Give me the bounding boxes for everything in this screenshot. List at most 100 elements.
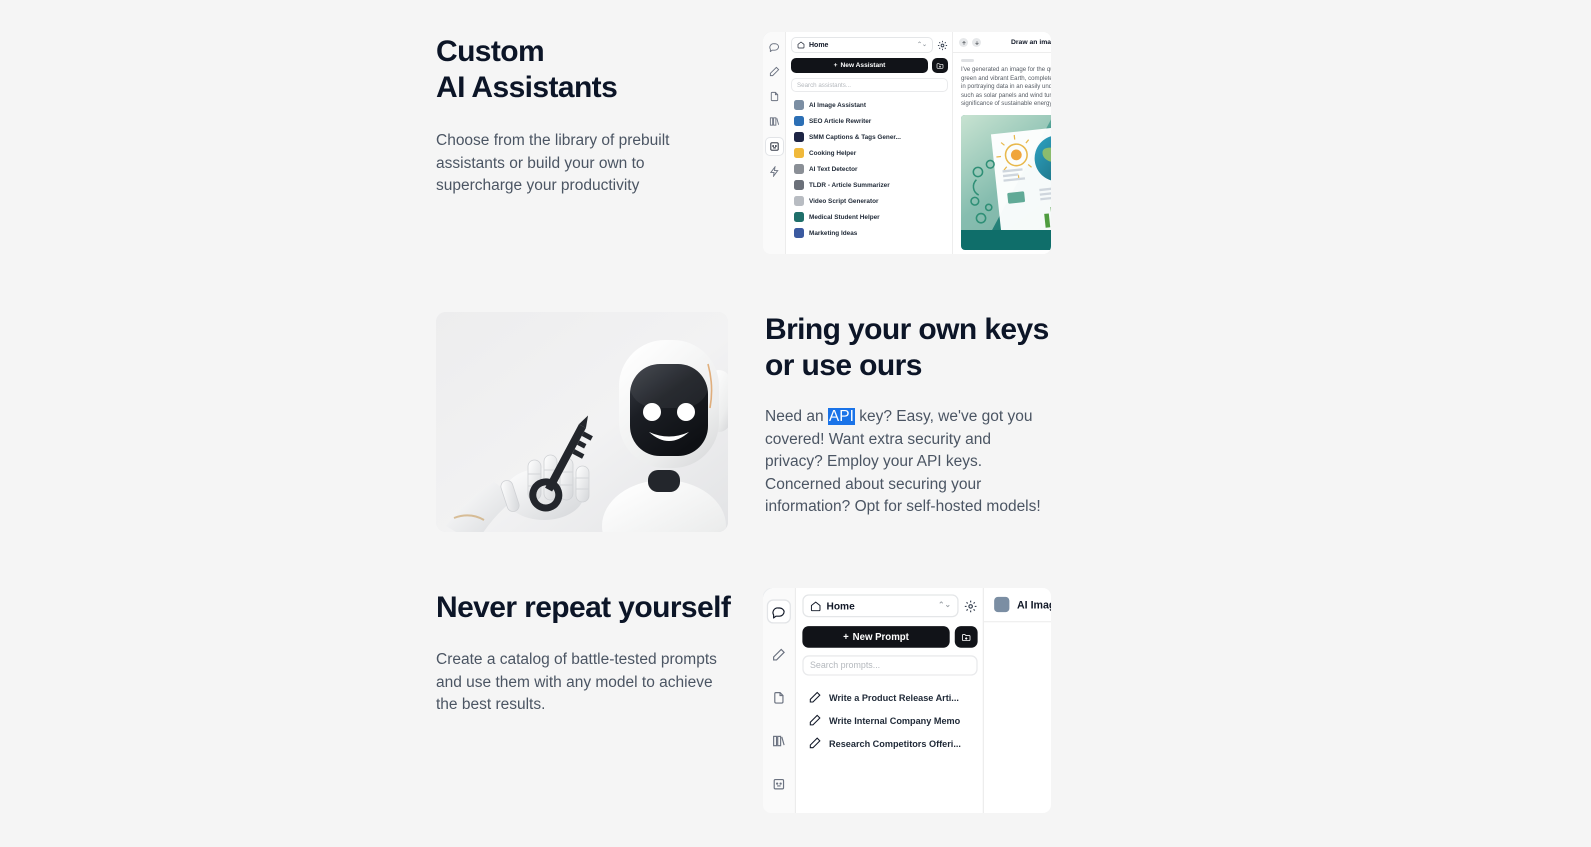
arrow-down-icon[interactable] (972, 38, 981, 47)
home-workspace-select[interactable]: Home ⌃⌄ (802, 594, 959, 618)
chat-title: Draw an image for quarterly (1011, 39, 1051, 46)
infographic-artwork (961, 114, 1051, 231)
new-folder-icon[interactable] (954, 626, 978, 648)
rail-clipboard-icon[interactable] (765, 138, 783, 155)
search-prompts-input[interactable]: Search prompts... (802, 655, 978, 676)
prompt-list-item[interactable]: Research Competitors Offeri... (796, 732, 983, 755)
rail-chat-icon[interactable] (768, 600, 790, 623)
assistants-list-column: Home ⌃⌄ + New Assistant Search assistant… (786, 32, 953, 254)
assistant-list-item[interactable]: Medical Student Helper (786, 209, 952, 225)
assistant-avatar (794, 180, 804, 190)
home-icon (810, 600, 821, 611)
new-prompt-label: New Prompt (852, 631, 909, 643)
prompts-item-list: Write a Product Release Arti... Write Int… (796, 686, 983, 813)
assistant-avatar (794, 196, 804, 206)
home-workspace-select[interactable]: Home ⌃⌄ (791, 37, 933, 53)
pencil-icon (809, 737, 822, 750)
assistant-avatar (794, 164, 804, 174)
chat-body: I've generated an image for the quarterl… (953, 53, 1051, 254)
assistant-label: Video Script Generator (809, 197, 879, 205)
arrow-up-icon[interactable] (959, 38, 968, 47)
assistant-list-item[interactable]: Video Script Generator (786, 193, 952, 209)
prompts-app-window: Home ⌃⌄ + New Prompt Search prompts... W… (763, 588, 1051, 813)
prompts-list-column: Home ⌃⌄ + New Prompt Search prompts... W… (796, 588, 984, 813)
assistant-avatar (794, 228, 804, 238)
chevron-updown-icon: ⌃⌄ (938, 601, 951, 610)
prompt-list-item[interactable]: Write a Product Release Arti... (796, 686, 983, 709)
home-icon (797, 41, 805, 49)
rail-document-icon[interactable] (768, 687, 790, 709)
pencil-icon (809, 691, 822, 704)
assistants-app-screenshot: Home ⌃⌄ + New Assistant Search assistant… (763, 32, 1051, 254)
assistants-home-row: Home ⌃⌄ (786, 32, 952, 58)
prompt-detail-title: AI Image Ass (1017, 598, 1051, 611)
chat-paragraph-line: I've generated an image for the quarterl… (961, 66, 1051, 73)
settings-gear-icon[interactable] (937, 40, 948, 51)
new-folder-icon[interactable] (932, 58, 948, 73)
section-1-title-line2: AI Assistants (436, 71, 618, 104)
assistant-list-item[interactable]: AI Text Detector (786, 161, 952, 177)
assistant-label: SEO Article Rewriter (809, 117, 872, 125)
section-custom-ai-assistants-text: Custom AI Assistants Choose from the lib… (436, 34, 686, 198)
prompt-label: Write a Product Release Arti... (829, 691, 959, 703)
section-2-title: Bring your own keys or use ours (765, 312, 1057, 384)
new-assistant-button[interactable]: + New Assistant (791, 58, 928, 73)
prompts-sidebar-rail (763, 588, 797, 813)
section-1-body: Choose from the library of prebuilt assi… (436, 132, 670, 194)
section-2-body: Need an API key? Easy, we've got you cov… (765, 406, 1051, 519)
pencil-icon (809, 714, 822, 727)
prompts-app-screenshot: Home ⌃⌄ + New Prompt Search prompts... W… (763, 588, 1051, 813)
assistant-list-item[interactable]: Marketing Ideas (786, 225, 952, 241)
section-3-title: Never repeat yourself (436, 591, 731, 624)
section-2-body-before: Need an (765, 408, 828, 425)
assistants-chat-column: Draw an image for quarterly I've generat… (953, 32, 1051, 254)
prompt-detail-body: I (984, 622, 1051, 813)
assistants-app-window: Home ⌃⌄ + New Assistant Search assistant… (763, 32, 1051, 254)
chat-paragraph-line: green and vibrant Earth, complete with v… (961, 74, 1051, 82)
prompt-detail-header: AI Image Ass (983, 588, 1051, 623)
prompt-label: Write Internal Company Memo (829, 714, 961, 726)
assistant-avatar (794, 148, 804, 158)
rail-pencil-icon[interactable] (766, 63, 783, 80)
rail-clipboard-icon[interactable] (768, 773, 790, 795)
section-2-title-line1: Bring your own keys (765, 313, 1049, 346)
rail-library-icon[interactable] (768, 730, 790, 752)
rail-pencil-icon[interactable] (768, 644, 790, 666)
prompt-list-item[interactable]: Write Internal Company Memo (796, 709, 983, 732)
plus-icon: + (843, 631, 849, 643)
robot-with-key-image (436, 312, 728, 532)
search-prompts-placeholder: Search prompts... (809, 661, 881, 670)
settings-gear-icon[interactable] (964, 599, 978, 613)
new-assistant-label: New Assistant (840, 62, 886, 69)
rail-lightning-icon[interactable] (766, 163, 783, 180)
assistant-avatar (794, 116, 804, 126)
section-never-repeat-yourself-text: Never repeat yourself Create a catalog o… (436, 590, 746, 717)
home-label: Home (826, 600, 855, 612)
assistant-avatar (794, 212, 804, 222)
rail-library-icon[interactable] (766, 113, 783, 130)
prompts-home-row: Home ⌃⌄ (796, 588, 983, 624)
assistant-label: Marketing Ideas (809, 229, 858, 237)
generated-infographic-image (961, 114, 1051, 250)
prompt-label: Research Competitors Offeri... (829, 737, 961, 749)
chat-header: Draw an image for quarterly (953, 32, 1051, 53)
assistant-list-item[interactable]: SEO Article Rewriter (786, 113, 952, 129)
assistant-avatar (794, 100, 804, 110)
plus-icon: + (833, 62, 838, 69)
rail-document-icon[interactable] (766, 88, 783, 105)
assistant-list-item[interactable]: AI Image Assistant (786, 97, 952, 113)
assistant-list-item[interactable]: SMM Captions & Tags Gener... (786, 129, 952, 145)
section-3-body: Create a catalog of battle-tested prompt… (436, 651, 717, 713)
assistants-item-list: AI Image Assistant SEO Article Rewriter SM… (786, 97, 952, 254)
page-root: Custom AI Assistants Choose from the lib… (0, 0, 1591, 847)
assistant-list-item[interactable]: Cooking Helper (786, 145, 952, 161)
prompt-detail-column: AI Image Ass I (983, 588, 1051, 813)
rail-chat-icon[interactable] (766, 38, 783, 55)
new-prompt-button[interactable]: + New Prompt (802, 626, 950, 648)
assistant-label: TLDR - Article Summarizer (809, 181, 890, 189)
search-assistants-input[interactable]: Search assistants... (791, 78, 948, 92)
selected-text-api: API (827, 408, 855, 425)
section-bring-your-own-keys-text: Bring your own keys or use ours Need an … (765, 312, 1057, 519)
home-label: Home (809, 41, 829, 49)
assistant-list-item[interactable]: TLDR - Article Summarizer (786, 177, 952, 193)
